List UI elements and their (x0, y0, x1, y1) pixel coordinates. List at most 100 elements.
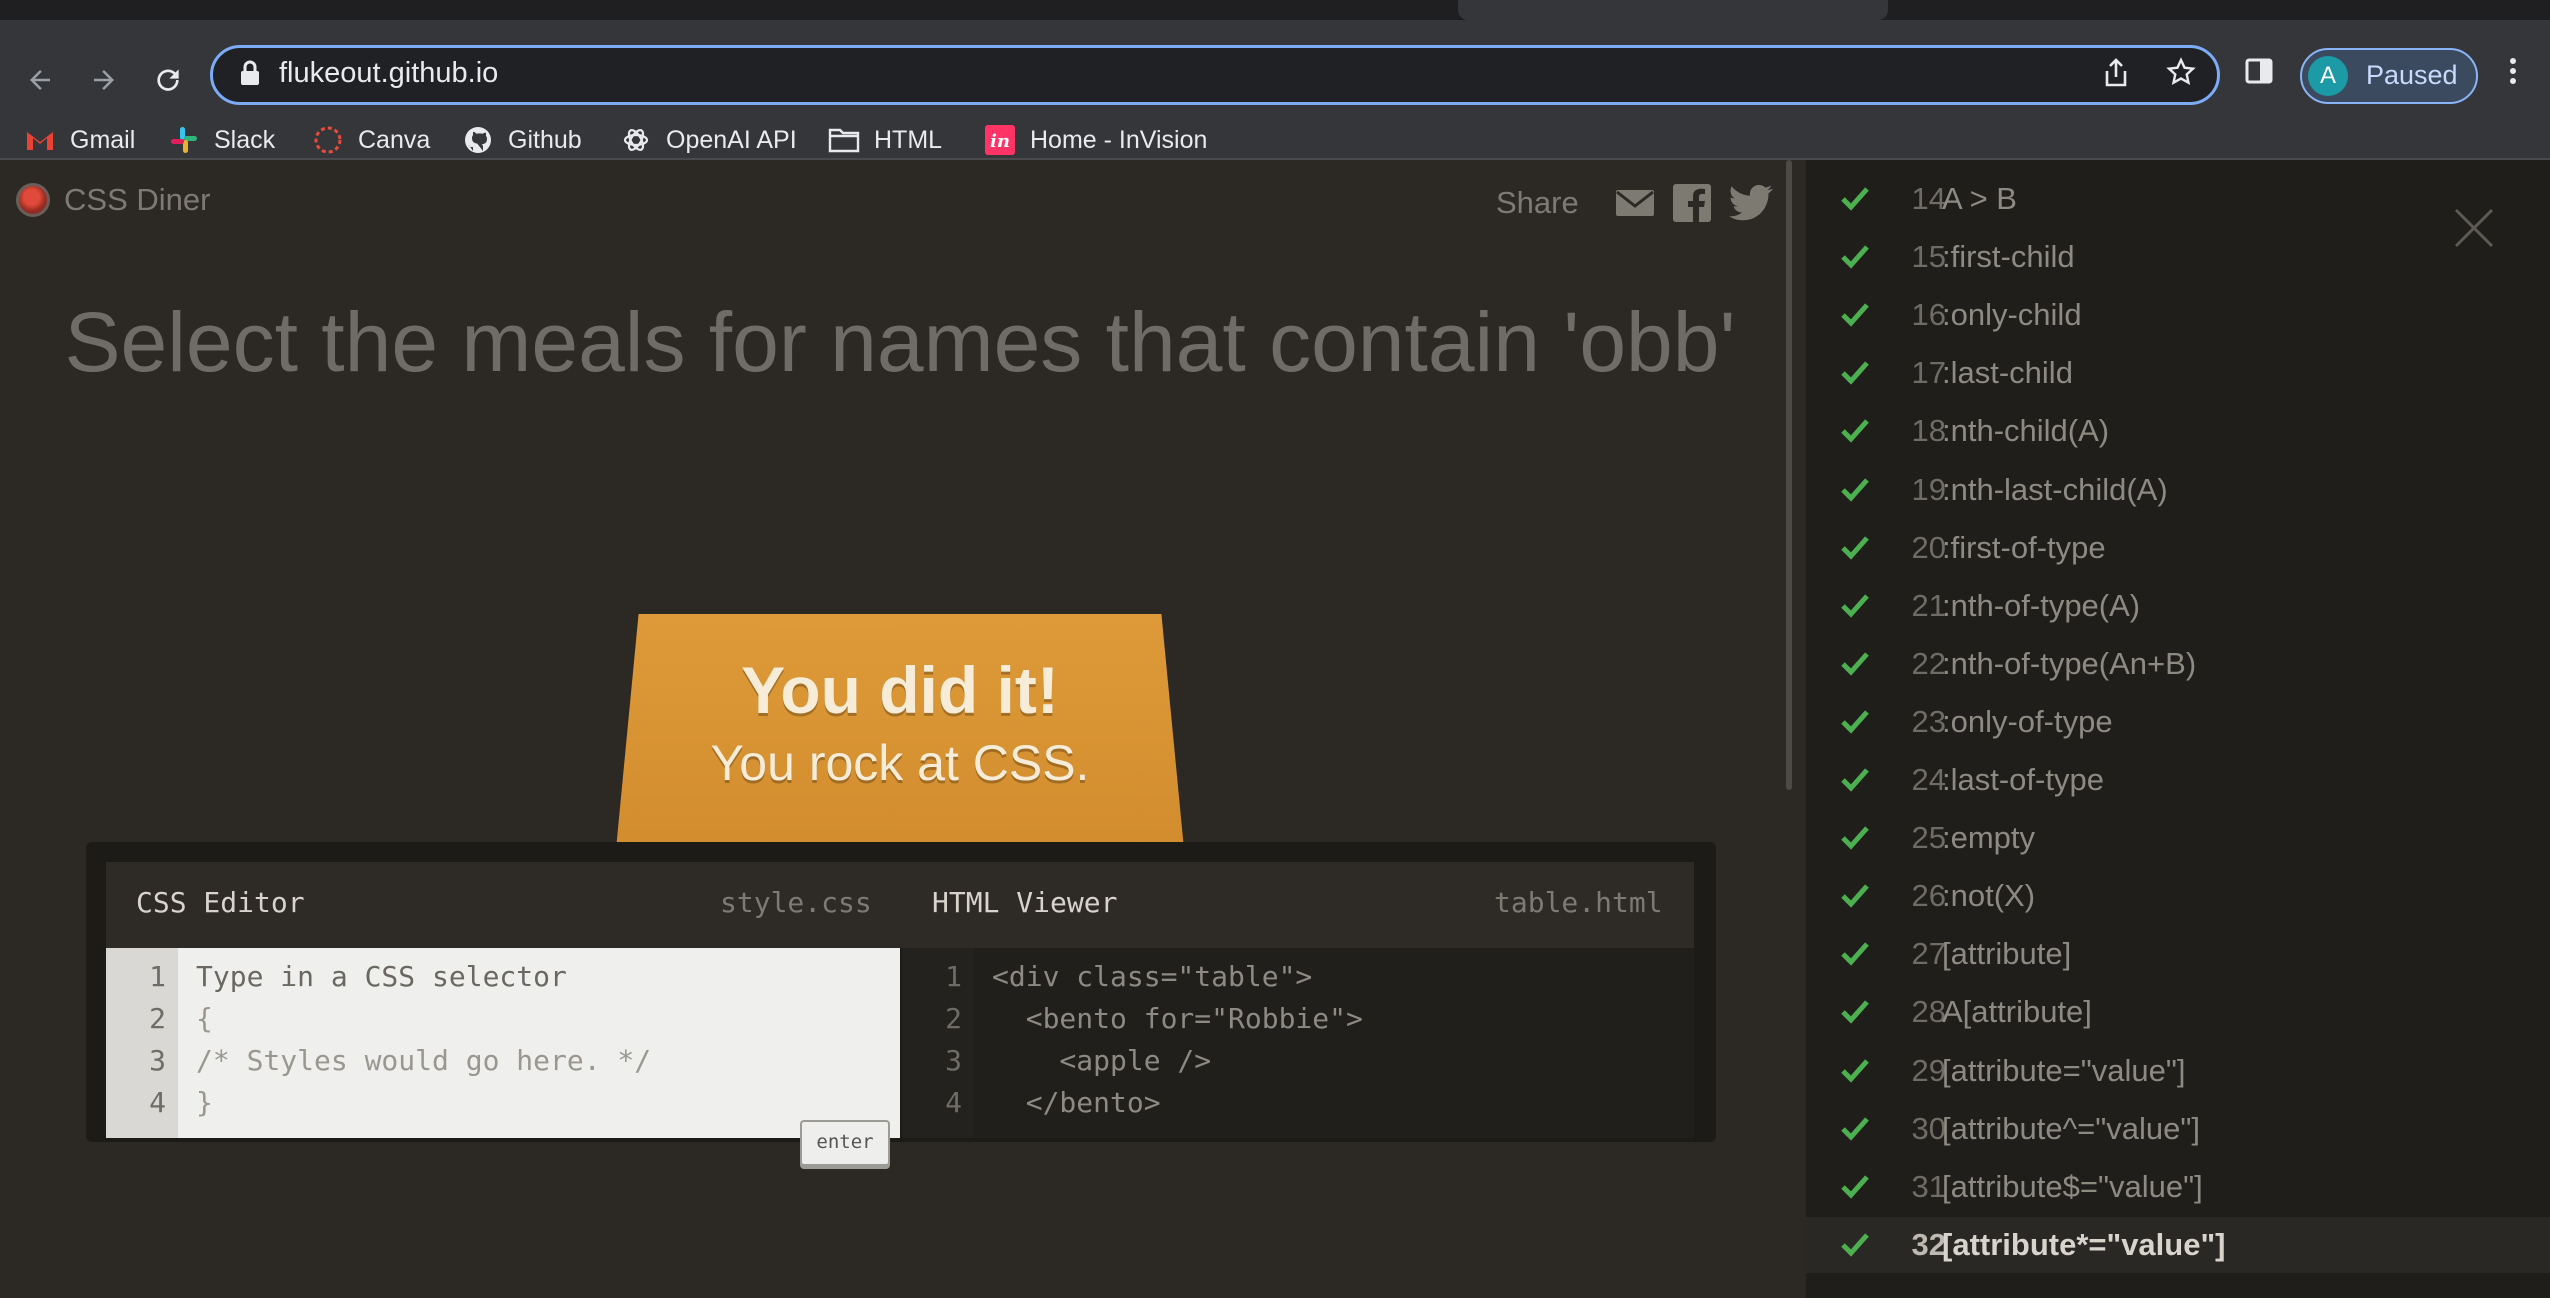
browser-toolbar: flukeout.github.io A Paused Gmail Slack … (0, 20, 2550, 160)
checkmark-icon (1841, 536, 1869, 560)
browser-menu-button[interactable] (2500, 56, 2526, 87)
css-editor-header: CSS Editor style.css (106, 862, 902, 948)
html-viewer-header: HTML Viewer table.html (902, 862, 1694, 948)
tab-strip (0, 0, 2550, 20)
html-line-number: 1 (945, 960, 962, 993)
level-item[interactable]: 25:empty (1806, 810, 2550, 866)
bookmark-slack[interactable]: Slack (168, 120, 275, 160)
html-code-line[interactable]: </bento> (992, 1086, 1161, 1119)
css-diner-logo[interactable]: CSS Diner (16, 182, 210, 218)
game-scrollbar-thumb[interactable] (1786, 160, 1792, 790)
facebook-icon[interactable] (1672, 184, 1711, 222)
canva-icon (312, 124, 344, 156)
css-line-number: 1 (149, 960, 166, 993)
level-selector: :first-child (1942, 239, 2075, 274)
level-selector: :nth-of-type(A) (1942, 588, 2141, 623)
bookmark-openai-api[interactable]: OpenAI API (620, 120, 797, 160)
css-code-line: { (196, 1002, 213, 1035)
reload-button[interactable] (146, 58, 190, 102)
level-number: 14 (1911, 181, 1946, 216)
star-icon[interactable] (2165, 56, 2197, 88)
html-viewer-title: HTML Viewer (932, 886, 1118, 919)
level-selector: :empty (1942, 820, 2036, 855)
address-bar[interactable]: flukeout.github.io (210, 45, 2220, 105)
level-selector: :not(X) (1942, 878, 2036, 913)
forward-button[interactable] (82, 58, 126, 102)
profile-button[interactable]: A Paused (2300, 48, 2478, 104)
level-item[interactable]: 15:first-child (1806, 229, 2550, 285)
level-number: 22 (1911, 646, 1946, 681)
level-item[interactable]: 28 A[attribute] (1806, 984, 2550, 1040)
level-item[interactable]: 16:only-child (1806, 287, 2550, 343)
lock-icon (241, 60, 259, 85)
level-number: 18 (1911, 413, 1946, 448)
checkmark-icon (1841, 594, 1869, 618)
html-line-gutter: 1 2 3 4 (902, 948, 976, 1138)
level-item[interactable]: 27 [attribute] (1806, 926, 2550, 982)
level-item[interactable]: 14 A > B (1806, 171, 2550, 227)
profile-status: Paused (2366, 60, 2458, 90)
reload-icon (157, 69, 179, 91)
openai-icon (620, 124, 652, 156)
url-text[interactable]: flukeout.github.io (279, 57, 498, 90)
enter-button[interactable]: enter (800, 1120, 890, 1166)
email-icon[interactable] (1615, 188, 1655, 218)
logo-text: CSS Diner (64, 182, 211, 217)
level-item[interactable]: 32 [attribute*="value"] (1806, 1217, 2550, 1273)
checkmark-icon (1841, 187, 1869, 211)
level-item[interactable]: 23:only-of-type (1806, 694, 2550, 750)
level-number: 31 (1911, 1169, 1946, 1204)
level-item[interactable]: 31 [attribute$="value"] (1806, 1159, 2550, 1215)
level-item[interactable]: 21:nth-of-type(A) (1806, 578, 2550, 634)
level-item[interactable]: 20:first-of-type (1806, 520, 2550, 576)
checkmark-icon (1841, 1175, 1869, 1199)
bookmark-gmail[interactable]: Gmail (24, 120, 135, 160)
css-selector-input[interactable]: Type in a CSS selector { /* Styles would… (178, 948, 900, 1138)
level-item[interactable]: 26:not(X) (1806, 868, 2550, 924)
level-item[interactable]: 24:last-of-type (1806, 752, 2550, 808)
level-number: 26 (1911, 878, 1946, 913)
bookmark-github[interactable]: Github (462, 120, 582, 160)
share-page-icon[interactable] (2103, 58, 2129, 88)
side-panel-icon[interactable] (2244, 56, 2274, 86)
level-number: 29 (1911, 1053, 1946, 1088)
html-line-number: 4 (945, 1086, 962, 1119)
html-line-number: 2 (945, 1002, 962, 1035)
css-input-placeholder[interactable]: Type in a CSS selector (196, 960, 567, 993)
html-code-line[interactable]: <bento for="Robbie"> (992, 1002, 1363, 1035)
invision-icon: in (984, 124, 1016, 156)
checkmark-icon (1841, 1117, 1869, 1141)
html-line-number: 3 (945, 1044, 962, 1077)
tomato-logo-icon (16, 183, 50, 217)
css-line-number: 2 (149, 1002, 166, 1035)
level-selector: :only-of-type (1942, 704, 2113, 739)
level-number: 19 (1911, 472, 1946, 507)
level-item[interactable]: 30 [attribute^="value"] (1806, 1101, 2550, 1157)
bookmark-folder-html[interactable]: HTML (828, 120, 942, 160)
level-item[interactable]: 17:last-child (1806, 345, 2550, 401)
bookmark-invision[interactable]: in Home - InVision (984, 120, 1207, 160)
html-viewer-file: table.html (1494, 886, 1663, 919)
html-code-line[interactable]: <apple /> (992, 1044, 1211, 1077)
level-number: 30 (1911, 1111, 1946, 1146)
twitter-icon[interactable] (1728, 184, 1773, 222)
level-item[interactable]: 29 [attribute="value"] (1806, 1043, 2550, 1099)
level-item[interactable]: 18:nth-child(A) (1806, 403, 2550, 459)
bookmark-canva[interactable]: Canva (312, 120, 430, 160)
back-button[interactable] (18, 58, 62, 102)
level-selector: :last-child (1942, 355, 2073, 390)
active-tab[interactable] (1458, 0, 1888, 20)
level-number: 21 (1911, 588, 1946, 623)
html-code-line[interactable]: <div class="table"> (992, 960, 1312, 993)
level-item[interactable]: 22:nth-of-type(An+B) (1806, 636, 2550, 692)
level-item[interactable]: 19:nth-last-child(A) (1806, 462, 2550, 518)
checkmark-icon (1841, 419, 1869, 443)
checkmark-icon (1841, 652, 1869, 676)
css-editor-file: style.css (720, 886, 872, 919)
share-label: Share (1496, 185, 1579, 220)
level-number: 17 (1911, 355, 1946, 390)
level-selector: :nth-last-child(A) (1942, 472, 2168, 507)
level-selector: [attribute*="value"] (1942, 1227, 2226, 1262)
level-selector: [attribute] (1942, 936, 2072, 971)
level-number: 15 (1911, 239, 1946, 274)
